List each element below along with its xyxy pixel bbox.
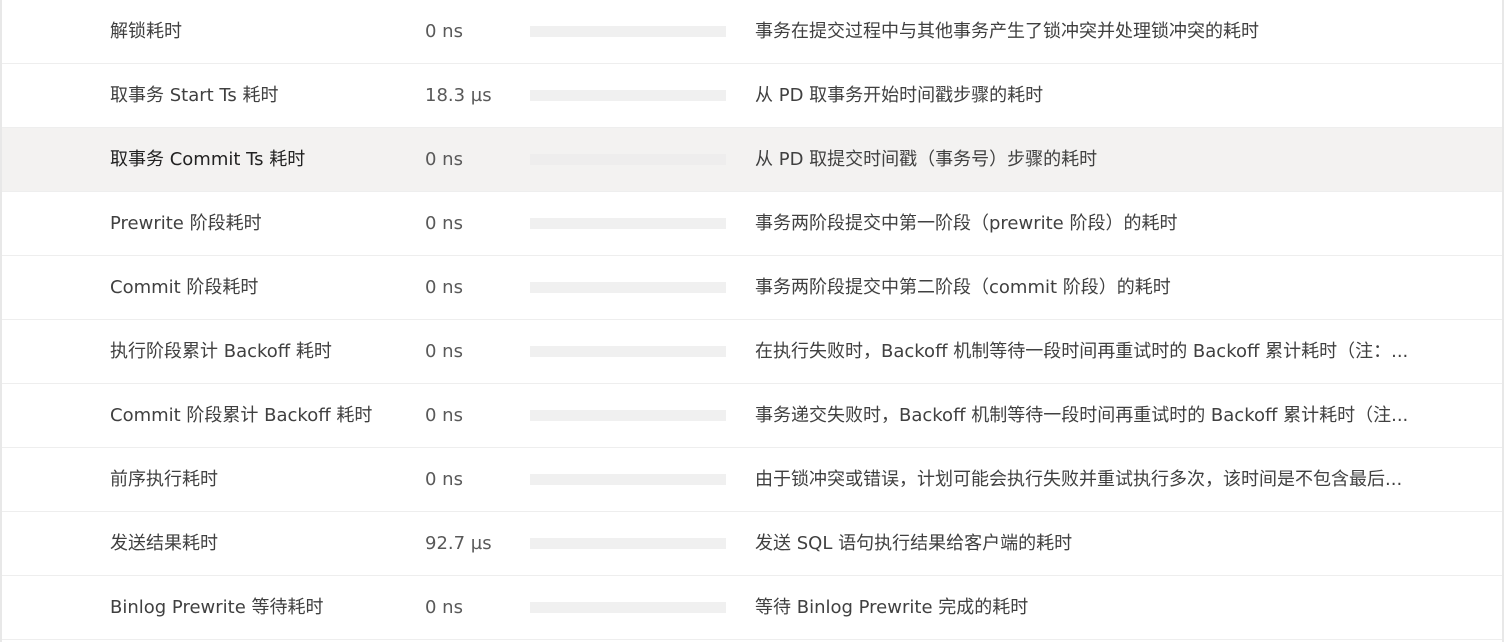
metric-description: 等待 Binlog Prewrite 完成的耗时	[755, 597, 1029, 618]
metric-bar	[530, 64, 726, 127]
timing-table: 解锁耗时 0 ns 事务在提交过程中与其他事务产生了锁冲突并处理锁冲突的耗时 取…	[0, 0, 1504, 642]
metric-description: 由于锁冲突或错误，计划可能会执行失败并重试执行多次，该时间是不包含最后...	[755, 469, 1403, 490]
table-row[interactable]: 执行阶段累计 Backoff 耗时 0 ns 在执行失败时，Backoff 机制…	[2, 320, 1502, 384]
metric-description: 事务两阶段提交中第一阶段（prewrite 阶段）的耗时	[755, 213, 1178, 234]
metric-value: 0 ns	[425, 341, 463, 362]
metric-description: 事务在提交过程中与其他事务产生了锁冲突并处理锁冲突的耗时	[755, 21, 1259, 42]
table-row[interactable]: 发送结果耗时 92.7 µs 发送 SQL 语句执行结果给客户端的耗时	[2, 512, 1502, 576]
table-row[interactable]: Commit 阶段耗时 0 ns 事务两阶段提交中第二阶段（commit 阶段）…	[2, 256, 1502, 320]
metric-bar	[530, 192, 726, 255]
metric-value: 0 ns	[425, 21, 463, 42]
metric-description: 事务递交失败时，Backoff 机制等待一段时间再重试时的 Backoff 累计…	[755, 405, 1409, 426]
metric-name: 前序执行耗时	[110, 469, 218, 490]
metric-name: Binlog Prewrite 等待耗时	[110, 597, 324, 618]
table-row[interactable]: 解锁耗时 0 ns 事务在提交过程中与其他事务产生了锁冲突并处理锁冲突的耗时	[2, 0, 1502, 64]
metric-name: 解锁耗时	[110, 21, 182, 42]
metric-name: Commit 阶段耗时	[110, 277, 259, 298]
metric-value: 0 ns	[425, 213, 463, 234]
metric-value: 0 ns	[425, 277, 463, 298]
metric-value: 92.7 µs	[425, 533, 492, 554]
metric-value: 0 ns	[425, 469, 463, 490]
table-row[interactable]: 取事务 Start Ts 耗时 18.3 µs 从 PD 取事务开始时间戳步骤的…	[2, 64, 1502, 128]
metric-name: 取事务 Commit Ts 耗时	[110, 149, 306, 170]
metric-value: 0 ns	[425, 597, 463, 618]
metric-description: 发送 SQL 语句执行结果给客户端的耗时	[755, 533, 1073, 554]
metric-description: 在执行失败时，Backoff 机制等待一段时间再重试时的 Backoff 累计耗…	[755, 341, 1409, 362]
metric-bar	[530, 0, 726, 63]
metric-name: Prewrite 阶段耗时	[110, 213, 262, 234]
metric-name: 执行阶段累计 Backoff 耗时	[110, 341, 332, 362]
metric-name: 发送结果耗时	[110, 533, 218, 554]
metric-name: 取事务 Start Ts 耗时	[110, 85, 279, 106]
table-row[interactable]: Binlog Prewrite 等待耗时 0 ns 等待 Binlog Prew…	[2, 576, 1502, 640]
table-row[interactable]: Prewrite 阶段耗时 0 ns 事务两阶段提交中第一阶段（prewrite…	[2, 192, 1502, 256]
metric-value: 0 ns	[425, 149, 463, 170]
metric-bar	[530, 128, 726, 191]
metric-description: 从 PD 取提交时间戳（事务号）步骤的耗时	[755, 149, 1098, 170]
metric-bar	[530, 256, 726, 319]
table-row[interactable]: Commit 阶段累计 Backoff 耗时 0 ns 事务递交失败时，Back…	[2, 384, 1502, 448]
table-row-selected[interactable]: 取事务 Commit Ts 耗时 0 ns 从 PD 取提交时间戳（事务号）步骤…	[2, 128, 1502, 192]
table-row[interactable]: 前序执行耗时 0 ns 由于锁冲突或错误，计划可能会执行失败并重试执行多次，该时…	[2, 448, 1502, 512]
metric-bar	[530, 320, 726, 383]
metric-name: Commit 阶段累计 Backoff 耗时	[110, 405, 373, 426]
metric-description: 事务两阶段提交中第二阶段（commit 阶段）的耗时	[755, 277, 1171, 298]
metric-bar	[530, 576, 726, 639]
metric-bar	[530, 448, 726, 511]
metric-value: 18.3 µs	[425, 85, 492, 106]
metric-bar	[530, 512, 726, 575]
metric-value: 0 ns	[425, 405, 463, 426]
metric-description: 从 PD 取事务开始时间戳步骤的耗时	[755, 85, 1044, 106]
metric-bar	[530, 384, 726, 447]
